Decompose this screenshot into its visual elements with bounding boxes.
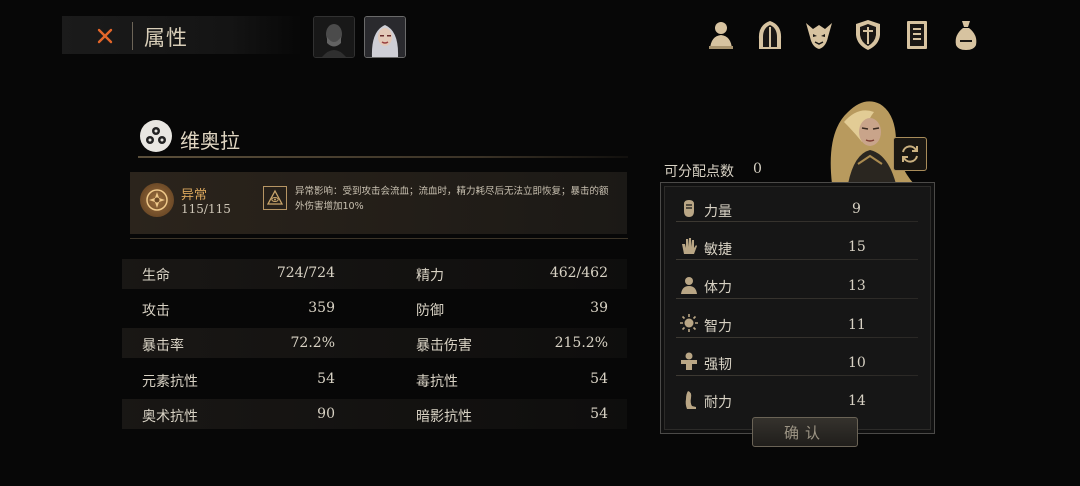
attr-divider [676, 298, 918, 299]
attr-icon-endurance [678, 389, 700, 411]
demon-face-icon [806, 23, 832, 49]
stat-value: 215.2% [554, 335, 608, 351]
torso-icon [681, 277, 697, 294]
spellbook-button[interactable] [902, 18, 932, 52]
sun-head-icon [680, 314, 698, 332]
character-emblem [140, 120, 172, 152]
attribute-panel [660, 182, 935, 434]
attr-divider [676, 259, 918, 260]
stat-label: 暴击伤害 [416, 338, 472, 354]
stat-label: 暴击率 [142, 338, 184, 354]
attr-value: 10 [848, 355, 866, 371]
helmet-icon [758, 21, 782, 49]
status-effect-icon-frame [263, 186, 287, 210]
eye-triangle-icon [266, 189, 284, 205]
affliction-badge-icon [146, 189, 168, 211]
attr-divider [676, 337, 918, 338]
close-x-icon [97, 28, 113, 44]
spellbook-icon [907, 21, 927, 49]
stat-value: 724/724 [276, 265, 335, 281]
stat-value: 39 [590, 300, 608, 316]
attr-icon-intelligence [678, 312, 700, 334]
attr-divider [676, 375, 918, 376]
demon-face-button[interactable] [804, 18, 834, 52]
name-divider [138, 156, 628, 158]
bust-button[interactable] [706, 18, 736, 52]
attr-label: 强韧 [704, 357, 732, 373]
attr-icon-agility [678, 235, 700, 257]
stat-label: 精力 [416, 268, 444, 284]
status-description: 异常影响：受到攻击会流血；流血时，精力耗尽后无法立即恢复；暴击的额外伤害增加10… [295, 186, 609, 212]
stat-value: 90 [317, 406, 335, 422]
attr-label: 体力 [704, 280, 732, 296]
tri-faces-emblem-icon [146, 127, 166, 144]
title-divider [132, 22, 133, 50]
stat-value: 72.2% [290, 335, 335, 351]
stat-value: 54 [590, 371, 608, 387]
refresh-button[interactable] [893, 137, 927, 171]
stat-value: 54 [590, 406, 608, 422]
character-name: 维奥拉 [180, 129, 240, 153]
attr-value: 14 [848, 393, 866, 409]
attr-label: 耐力 [704, 395, 732, 411]
stat-value: 359 [308, 300, 335, 316]
attr-icon-vitality [678, 274, 700, 296]
stat-label: 毒抗性 [416, 374, 458, 390]
old-man-portrait-icon [314, 17, 354, 57]
attr-label: 力量 [704, 204, 732, 220]
stat-value: 462/462 [549, 265, 608, 281]
stat-label: 防御 [416, 303, 444, 319]
attr-label: 智力 [704, 319, 732, 335]
shield-icon [856, 20, 880, 50]
status-divider [130, 238, 628, 239]
stat-label: 暗影抗性 [416, 409, 472, 425]
confirm-button[interactable]: 确认 [752, 417, 858, 447]
attr-value: 15 [848, 239, 866, 255]
status-value: 115/115 [181, 202, 231, 216]
stat-label: 元素抗性 [142, 374, 198, 390]
stat-value: 54 [317, 371, 335, 387]
refresh-icon [902, 145, 918, 163]
fist-icon [684, 200, 694, 217]
status-name: 异常 [181, 188, 208, 203]
close-button[interactable] [88, 20, 122, 52]
attr-divider [676, 221, 918, 222]
attr-label: 敏捷 [704, 242, 732, 258]
attr-icon-strength [678, 197, 700, 219]
attr-value: 11 [848, 317, 866, 333]
stat-label: 奥术抗性 [142, 409, 198, 425]
status-badge[interactable] [140, 183, 174, 217]
stat-label: 攻击 [142, 303, 170, 319]
bust-icon [709, 22, 733, 49]
portrait-white-hair-woman[interactable] [364, 16, 406, 58]
helmet-button[interactable] [755, 18, 785, 52]
attr-value: 13 [848, 278, 866, 294]
available-points-value: 0 [753, 161, 762, 177]
portrait-old-man[interactable] [313, 16, 355, 58]
hand-icon [682, 238, 697, 254]
cross-body-icon [681, 352, 697, 370]
available-points-label: 可分配点数 [664, 164, 734, 180]
leg-icon [685, 391, 696, 409]
attr-icon-toughness [678, 350, 700, 372]
shield-button[interactable] [853, 18, 883, 52]
page-title: 属性 [144, 26, 188, 50]
pouch-button[interactable] [951, 18, 981, 52]
white-hair-woman-portrait-icon [365, 17, 405, 57]
stat-label: 生命 [142, 268, 170, 284]
pouch-icon [955, 21, 977, 50]
attr-value: 9 [852, 201, 861, 217]
